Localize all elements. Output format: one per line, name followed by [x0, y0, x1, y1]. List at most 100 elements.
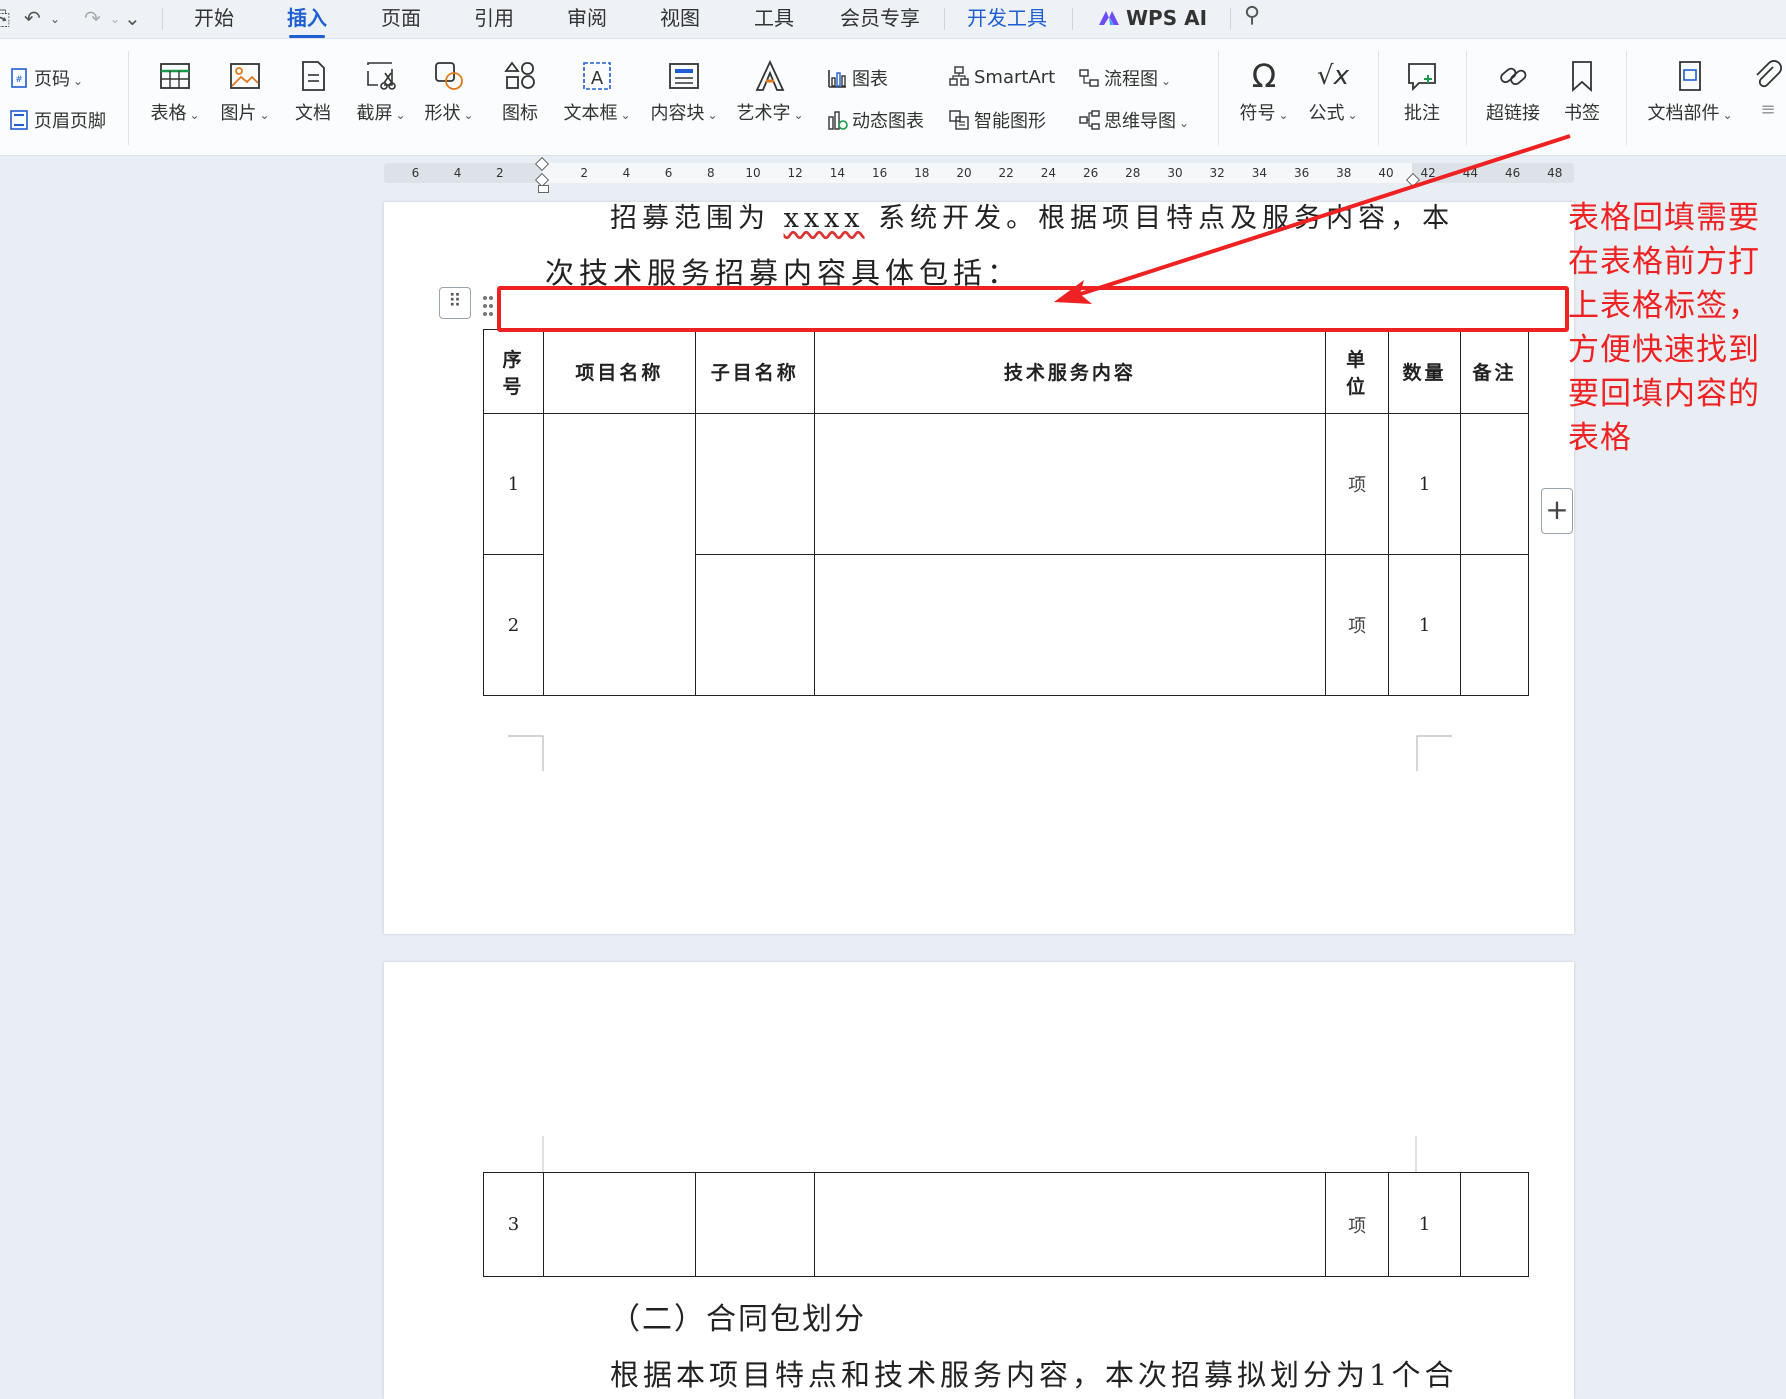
textbox-button[interactable]: A 文本框 ⌄ — [560, 59, 634, 125]
cell-service-content[interactable] — [813, 1172, 1327, 1277]
margin-corner-mark — [508, 735, 544, 771]
table-button[interactable]: 表格 ⌄ — [146, 59, 204, 125]
tab-wps-ai[interactable]: WPS AI — [1098, 4, 1207, 34]
shape-button[interactable]: 形状 ⌄ — [420, 59, 478, 125]
document-icon — [302, 61, 325, 91]
picture-icon — [230, 63, 260, 89]
table-icon — [160, 63, 190, 89]
cell-sub-name[interactable] — [694, 554, 815, 696]
dropdown-caret-icon: ⌄ — [395, 108, 406, 122]
annotation-note: 表格回填需要 在表格前方打 上表格标签， 方便快速找到 要回填内容的 表格 — [1568, 196, 1768, 460]
cell-sub-name[interactable] — [694, 1172, 815, 1277]
cell-quantity[interactable]: 1 — [1388, 1172, 1462, 1277]
search-icon[interactable]: ⚲ — [1244, 3, 1260, 28]
doc-parts-button[interactable]: 文档部件 ⌄ — [1644, 59, 1736, 125]
smartart-button[interactable]: SmartArt — [948, 65, 1055, 88]
undo-dropdown-icon[interactable]: ⌄ — [50, 12, 60, 26]
cell-service-content[interactable] — [813, 413, 1327, 555]
cell-remark[interactable] — [1460, 413, 1529, 555]
cell-unit[interactable]: 项 — [1325, 554, 1390, 696]
cell-service-content[interactable] — [813, 554, 1327, 696]
content-block-button[interactable]: 内容块 ⌄ — [648, 59, 720, 125]
wordart-button[interactable]: 艺术字 ⌄ — [734, 59, 806, 125]
header-remark[interactable]: 备注 — [1460, 329, 1529, 414]
table-move-handle-icon[interactable]: ⠿ — [439, 287, 471, 319]
tab-tools[interactable]: 工具 — [754, 4, 794, 34]
icon-label: 图标 — [502, 103, 538, 124]
icon-button[interactable]: 图标 — [498, 59, 542, 125]
dropdown-caret-icon: ⌄ — [1161, 74, 1172, 88]
ruler-number: 4 — [622, 166, 631, 180]
cell-unit[interactable]: 项 — [1325, 413, 1390, 555]
ruler-number: 16 — [871, 166, 888, 180]
annotation-line: 表格回填需要 — [1568, 200, 1760, 236]
cell-seq[interactable]: 2 — [483, 554, 544, 696]
tab-page[interactable]: 页面 — [381, 4, 421, 34]
section-heading[interactable]: （二）合同包划分 — [610, 1294, 866, 1338]
smart-graphic-button[interactable]: 智能图形 — [948, 107, 1046, 133]
header-footer-button[interactable]: 页眉页脚 — [8, 107, 106, 133]
header-unit[interactable]: 单位 — [1325, 329, 1390, 414]
drag-dots-icon[interactable] — [482, 295, 494, 317]
formula-label: 公式 — [1308, 103, 1345, 124]
picture-label: 图片 — [220, 103, 257, 124]
ruler-number: 12 — [787, 166, 803, 180]
cell-project-name[interactable] — [542, 1172, 696, 1277]
left-indent-marker[interactable] — [538, 185, 549, 193]
header-service-content[interactable]: 技术服务内容 — [813, 329, 1327, 414]
dropdown-caret-icon: ⌄ — [259, 108, 270, 122]
cell-seq[interactable]: 3 — [483, 1172, 544, 1277]
cell-seq[interactable]: 1 — [483, 413, 544, 555]
save-icon[interactable]: ⎘ — [0, 6, 10, 30]
mindmap-icon — [1079, 110, 1100, 130]
chart-button[interactable]: 图表 — [826, 65, 888, 91]
redo-dropdown-icon[interactable]: ⌄ — [110, 12, 120, 26]
add-column-button[interactable]: + — [1541, 488, 1573, 534]
cell-quantity[interactable]: 1 — [1388, 554, 1462, 696]
tab-reference[interactable]: 引用 — [474, 4, 514, 34]
attachment-button[interactable]: ≡ — [1748, 59, 1786, 120]
bookmark-button[interactable]: 书签 — [1560, 59, 1604, 125]
page-number-button[interactable]: # 页码 ⌄ — [8, 65, 83, 91]
header-seq[interactable]: 序号 — [483, 329, 544, 414]
cell-project-name-merged[interactable] — [542, 413, 696, 696]
formula-button[interactable]: √x 公式 ⌄ — [1304, 59, 1362, 125]
divider — [1072, 8, 1073, 30]
screenshot-button[interactable]: 截屏 ⌄ — [352, 59, 410, 125]
table-row: 3 项 1 — [483, 1172, 1529, 1277]
cell-quantity[interactable]: 1 — [1388, 413, 1462, 555]
dropdown-caret-icon: ⌄ — [1347, 108, 1358, 122]
symbol-button[interactable]: Ω 符号 ⌄ — [1234, 59, 1294, 125]
undo-icon[interactable]: ↶ — [24, 6, 41, 30]
header-quantity[interactable]: 数量 — [1388, 329, 1462, 414]
header-footer-icon — [10, 110, 28, 130]
hyperlink-button[interactable]: 超链接 — [1484, 59, 1542, 125]
cell-remark[interactable] — [1460, 554, 1529, 696]
paragraph-bottom[interactable]: 根据本项目特点和技术服务内容，本次招募拟划分为1个合 — [610, 1352, 1457, 1394]
dynamic-chart-button[interactable]: 动态图表 — [826, 107, 924, 133]
tab-developer[interactable]: 开发工具 — [967, 4, 1047, 34]
annotation-line: 方便快速找到 — [1568, 332, 1760, 368]
tab-home[interactable]: 开始 — [194, 4, 234, 34]
omega-icon: Ω — [1251, 57, 1277, 95]
picture-button[interactable]: 图片 ⌄ — [216, 59, 274, 125]
divider — [944, 8, 945, 30]
tab-member[interactable]: 会员专享 — [840, 4, 920, 34]
cell-unit[interactable]: 项 — [1325, 1172, 1390, 1277]
cell-sub-name[interactable] — [694, 413, 815, 555]
comment-button[interactable]: 批注 — [1398, 59, 1446, 125]
cell-remark[interactable] — [1460, 1172, 1529, 1277]
tab-review[interactable]: 审阅 — [567, 4, 607, 34]
flowchart-button[interactable]: 流程图 ⌄ — [1078, 65, 1171, 91]
smart-graphic-label: 智能图形 — [974, 111, 1046, 132]
redo-icon[interactable]: ↷ — [84, 6, 101, 30]
header-sub-name[interactable]: 子目名称 — [694, 329, 815, 414]
ribbon-divider — [128, 51, 129, 145]
header-project-name[interactable]: 项目名称 — [542, 329, 696, 414]
tab-insert[interactable]: 插入 — [287, 4, 327, 38]
tab-view[interactable]: 视图 — [660, 4, 700, 34]
header-unit-line2: 位 — [1346, 375, 1369, 398]
menu-tab-bar: ⎘ ↶ ⌄ ↷ ⌄ ⌄ 开始 插入 页面 引用 审阅 视图 工具 会员专享 开发… — [0, 0, 1786, 39]
document-button[interactable]: 文档 — [290, 59, 336, 125]
customize-toolbar-icon[interactable]: ⌄ — [124, 6, 141, 30]
